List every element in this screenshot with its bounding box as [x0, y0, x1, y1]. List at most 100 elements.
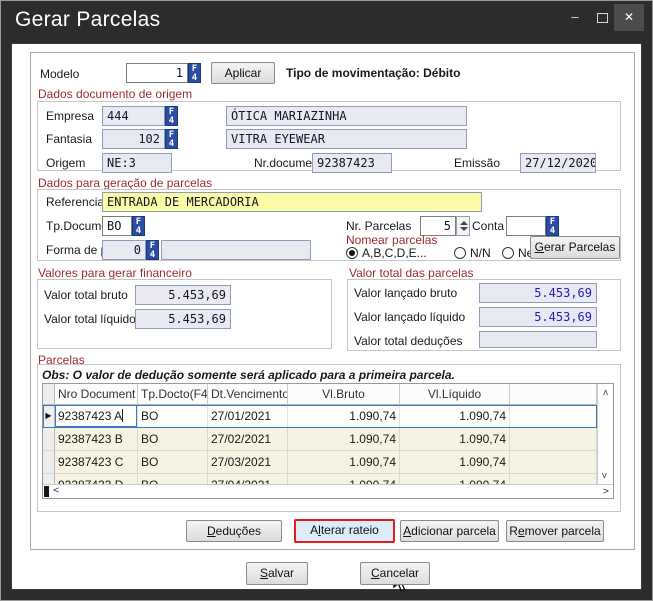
- gerar-parcelas-dialog: Gerar Parcelas – ✕ Modelo 1 F4 Aplicar T…: [0, 0, 653, 601]
- empresa-name-field: ÓTICA MARIAZINHA: [226, 106, 467, 126]
- cancelar-button[interactable]: Cancelar: [360, 562, 430, 585]
- scroll-right-icon[interactable]: <: [603, 485, 609, 496]
- scroll-up-icon[interactable]: <: [600, 389, 611, 395]
- forma-pagto-desc-field: [161, 240, 311, 260]
- remover-parcela-button[interactable]: Remover parcela: [506, 520, 604, 542]
- fantasia-code-field[interactable]: 102: [102, 129, 165, 149]
- emissao-field: 27/12/2020: [520, 153, 596, 173]
- empresa-code-field[interactable]: 444: [102, 106, 165, 126]
- radio-unselected-icon: [454, 247, 466, 259]
- origem-group-title: Dados documento de origem: [38, 87, 192, 101]
- table-body: ▶ 92387423 A BO 27/01/2021 1.090,74 1.09…: [43, 405, 597, 484]
- close-icon[interactable]: ✕: [614, 4, 644, 31]
- tp-documento-input[interactable]: BO: [102, 216, 132, 236]
- minimize-icon[interactable]: –: [567, 9, 583, 29]
- radio-unselected-icon: [502, 247, 514, 259]
- table-row[interactable]: 92387423 D BO 27/04/2021 1.090,74 1.090,…: [43, 474, 597, 484]
- cell-venc[interactable]: 27/03/2021: [208, 451, 288, 473]
- maximize-icon[interactable]: [597, 13, 608, 23]
- parcelas-table[interactable]: Nro Document Tp.Docto(F4) Dt.Vencimento …: [42, 383, 614, 499]
- valor-total-liquido-label: Valor total líquido: [44, 312, 136, 326]
- nr-parcelas-label: Nr. Parcelas: [346, 219, 411, 233]
- origem-label: Origem: [46, 156, 85, 170]
- cell-tp[interactable]: BO: [138, 451, 208, 473]
- nomear-parcelas-label: Nomear parcelas: [346, 233, 437, 247]
- salvar-button[interactable]: Salvar: [246, 562, 308, 585]
- empresa-f4-lookup-icon[interactable]: F4: [165, 106, 178, 126]
- table-header-row: Nro Document Tp.Docto(F4) Dt.Vencimento …: [43, 384, 597, 405]
- cell-liquido[interactable]: 1.090,74: [400, 451, 510, 473]
- empresa-label: Empresa: [46, 109, 94, 123]
- cell-venc[interactable]: 27/04/2021: [208, 474, 288, 484]
- cell-venc[interactable]: 27/01/2021: [208, 405, 288, 427]
- forma-pagto-f4-lookup-icon[interactable]: F4: [146, 240, 159, 260]
- row-pointer-icon: ▶: [43, 405, 55, 427]
- valor-total-deducoes-field: [479, 331, 597, 348]
- vertical-scrollbar[interactable]: < <: [597, 384, 613, 484]
- alterar-rateio-button[interactable]: Alterar rateio: [294, 519, 395, 543]
- table-row-selected[interactable]: ▶ 92387423 A BO 27/01/2021 1.090,74 1.09…: [43, 405, 597, 428]
- scroll-down-icon[interactable]: <: [600, 472, 611, 478]
- cell-doc[interactable]: 92387423 A: [55, 405, 138, 427]
- col-header-nro-document[interactable]: Nro Document: [55, 384, 138, 404]
- spinner-up-icon[interactable]: [460, 221, 468, 225]
- titlebar[interactable]: Gerar Parcelas – ✕: [1, 1, 652, 42]
- nr-parcelas-stepper[interactable]: [456, 216, 470, 236]
- radio-nn[interactable]: N/N: [454, 246, 491, 260]
- gerar-parcelas-button[interactable]: Gerar Parcelas: [530, 236, 620, 259]
- col-header-vl-bruto[interactable]: Vl.Bruto: [288, 384, 400, 404]
- valor-lancado-bruto-field: 5.453,69: [479, 283, 597, 303]
- cell-doc[interactable]: 92387423 D: [55, 474, 138, 484]
- adicionar-parcela-button[interactable]: Adicionar parcela: [400, 520, 499, 542]
- financeiro-group-title: Valores para gerar financeiro: [38, 266, 192, 280]
- emissao-label: Emissão: [454, 156, 500, 170]
- referencia-input[interactable]: ENTRADA DE MERCADORIA: [102, 192, 482, 212]
- valor-total-bruto-field: 5.453,69: [135, 285, 231, 305]
- col-header-tp-docto[interactable]: Tp.Docto(F4): [138, 384, 208, 404]
- cell-bruto[interactable]: 1.090,74: [288, 428, 400, 450]
- deducoes-button[interactable]: Deduções: [186, 520, 282, 542]
- col-header-vl-liquido[interactable]: Vl.Líquido: [400, 384, 510, 404]
- scroll-grip[interactable]: [44, 486, 49, 497]
- cell-tp[interactable]: BO: [138, 428, 208, 450]
- scroll-left-icon[interactable]: <: [53, 485, 59, 496]
- valor-total-bruto-label: Valor total bruto: [44, 288, 128, 302]
- cell-doc[interactable]: 92387423 B: [55, 428, 138, 450]
- conta-input[interactable]: [506, 216, 546, 236]
- cell-tp[interactable]: BO: [138, 405, 208, 427]
- dialog-body: Modelo 1 F4 Aplicar Tipo de movimentação…: [11, 43, 642, 590]
- modelo-input[interactable]: 1: [126, 63, 188, 83]
- tp-documento-f4-lookup-icon[interactable]: F4: [132, 216, 145, 236]
- radio-abcde[interactable]: A,B,C,D,E...: [346, 246, 427, 260]
- cell-liquido[interactable]: 1.090,74: [400, 474, 510, 484]
- cell-liquido[interactable]: 1.090,74: [400, 405, 510, 427]
- fantasia-label: Fantasia: [46, 132, 92, 146]
- table-row[interactable]: 92387423 B BO 27/02/2021 1.090,74 1.090,…: [43, 428, 597, 451]
- valor-lancado-liquido-field: 5.453,69: [479, 307, 597, 327]
- tipo-movimentacao-text: Tipo de movimentação: Débito: [286, 66, 460, 80]
- cell-bruto[interactable]: 1.090,74: [288, 405, 400, 427]
- table-row[interactable]: 92387423 C BO 27/03/2021 1.090,74 1.090,…: [43, 451, 597, 474]
- forma-pagto-input[interactable]: 0: [102, 240, 146, 260]
- valor-lancado-liquido-label: Valor lançado líquido: [354, 310, 465, 324]
- row-indicator-header: [43, 384, 55, 404]
- nr-documento-field: 92387423: [312, 153, 392, 173]
- conta-f4-lookup-icon[interactable]: F4: [546, 216, 559, 236]
- cell-tp[interactable]: BO: [138, 474, 208, 484]
- total-group-title: Valor total das parcelas: [349, 266, 474, 280]
- cell-bruto[interactable]: 1.090,74: [288, 451, 400, 473]
- spinner-down-icon[interactable]: [460, 227, 468, 231]
- cell-liquido[interactable]: 1.090,74: [400, 428, 510, 450]
- cell-venc[interactable]: 27/02/2021: [208, 428, 288, 450]
- modelo-f4-lookup-icon[interactable]: F4: [188, 63, 201, 83]
- valor-lancado-bruto-label: Valor lançado bruto: [354, 286, 457, 300]
- col-header-dt-vencimento[interactable]: Dt.Vencimento: [208, 384, 288, 404]
- aplicar-button[interactable]: Aplicar: [211, 62, 275, 84]
- horizontal-scrollbar[interactable]: < <: [43, 484, 613, 498]
- window-title: Gerar Parcelas: [15, 8, 160, 32]
- cell-bruto[interactable]: 1.090,74: [288, 474, 400, 484]
- radio-selected-icon: [346, 247, 358, 259]
- fantasia-f4-lookup-icon[interactable]: F4: [165, 129, 178, 149]
- cell-doc[interactable]: 92387423 C: [55, 451, 138, 473]
- valor-total-liquido-field: 5.453,69: [135, 309, 231, 329]
